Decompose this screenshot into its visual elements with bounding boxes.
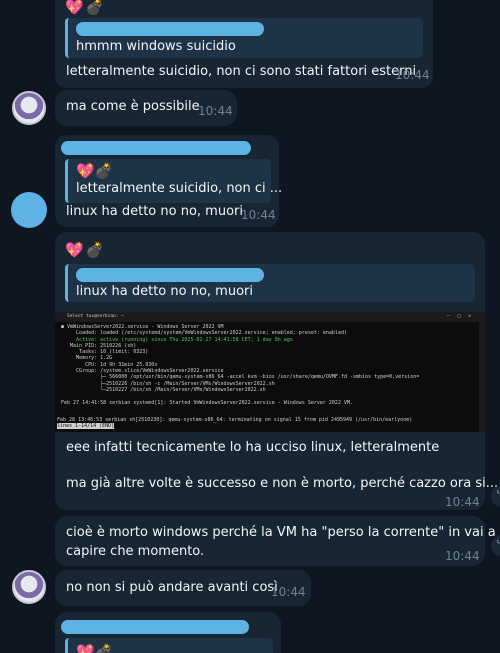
heart-emoji: 💖 (76, 162, 95, 180)
quoted-text: linux ha detto no no, muori (76, 284, 253, 299)
forward-icon[interactable] (491, 485, 500, 507)
reply-quote[interactable]: linux ha detto no no, muori (65, 264, 475, 302)
message-time: 10:44 (445, 495, 480, 509)
reply-quote[interactable]: 💖 💣 letteralmente suicidio, non ci ... (65, 159, 282, 203)
message-time: 10:44 (395, 68, 430, 82)
message-bubble-5[interactable]: cioè è morto windows perché la VM ha "pe… (55, 516, 496, 566)
avatar[interactable] (11, 192, 47, 228)
message-text: eee infatti tecnicamente lo ha ucciso li… (66, 440, 440, 455)
avatar[interactable] (12, 570, 46, 604)
message-text: ma già altre volte è successo e non è mo… (66, 476, 499, 491)
message-bubble-2[interactable]: ma come è possibile 10:44 (55, 90, 237, 126)
reply-quote[interactable]: 💖 💣 (65, 638, 273, 653)
bomb-emoji: 💣 (94, 643, 113, 653)
window-controls: ‒□✕ (446, 314, 479, 319)
message-text: cioè è morto windows perché la VM ha "pe… (66, 525, 496, 540)
quoted-text: hmmm windows suicidio (76, 39, 236, 54)
quoted-text: letteralmente suicidio, non ci ... (76, 181, 283, 196)
heart-emoji: 💖 (76, 643, 95, 653)
terminal-screenshot[interactable]: Select tux@serbian: ~ ‒□✕ ● VmWindowsSer… (55, 312, 485, 432)
bomb-emoji: 💣 (85, 0, 104, 16)
terminal-titlebar: Select tux@serbian: ~ ‒□✕ (55, 312, 485, 322)
terminal-status: Feb 28 13:46:53 serbian sh[2510230]: qem… (57, 417, 413, 429)
message-time: 10:44 (271, 585, 306, 599)
bomb-emoji: 💣 (85, 241, 104, 259)
bomb-emoji: 💣 (94, 162, 113, 180)
message-text: capire che momento. (66, 544, 205, 559)
message-time: 10:44 (445, 549, 480, 563)
message-bubble-3[interactable]: 💖 💣 letteralmente suicidio, non ci ... l… (55, 135, 282, 227)
quoted-sender-name (76, 268, 264, 282)
forward-icon[interactable] (491, 535, 500, 557)
message-text: ma come è possibile (66, 99, 200, 114)
heart-emoji: 💖 (65, 0, 84, 16)
terminal-output: ● VmWindowsServer2022.service - Windows … (61, 324, 420, 406)
terminal-title: Select tux@serbian: ~ (67, 314, 124, 319)
heart-emoji: 💖 (65, 241, 84, 259)
quoted-sender-name (76, 22, 264, 36)
message-bubble-6[interactable]: no non si può andare avanti così 10:44 (55, 570, 311, 606)
sender-name (61, 620, 249, 634)
message-text: letteralmente suicidio, non ci sono stat… (66, 64, 417, 79)
message-bubble-7[interactable]: 💖 💣 (55, 612, 281, 653)
message-time: 10:44 (198, 104, 233, 118)
message-text: no non si può andare avanti così (66, 580, 278, 595)
terminal-scrollbar (479, 322, 485, 432)
message-text: linux ha detto no no, muori (66, 204, 243, 219)
reply-quote[interactable]: hmmm windows suicidio (65, 18, 423, 58)
message-time: 10:44 (241, 208, 276, 222)
message-bubble-1[interactable]: 💖 💣 hmmm windows suicidio letteralmente … (55, 0, 433, 88)
avatar[interactable] (12, 91, 46, 125)
sender-name (61, 141, 251, 155)
